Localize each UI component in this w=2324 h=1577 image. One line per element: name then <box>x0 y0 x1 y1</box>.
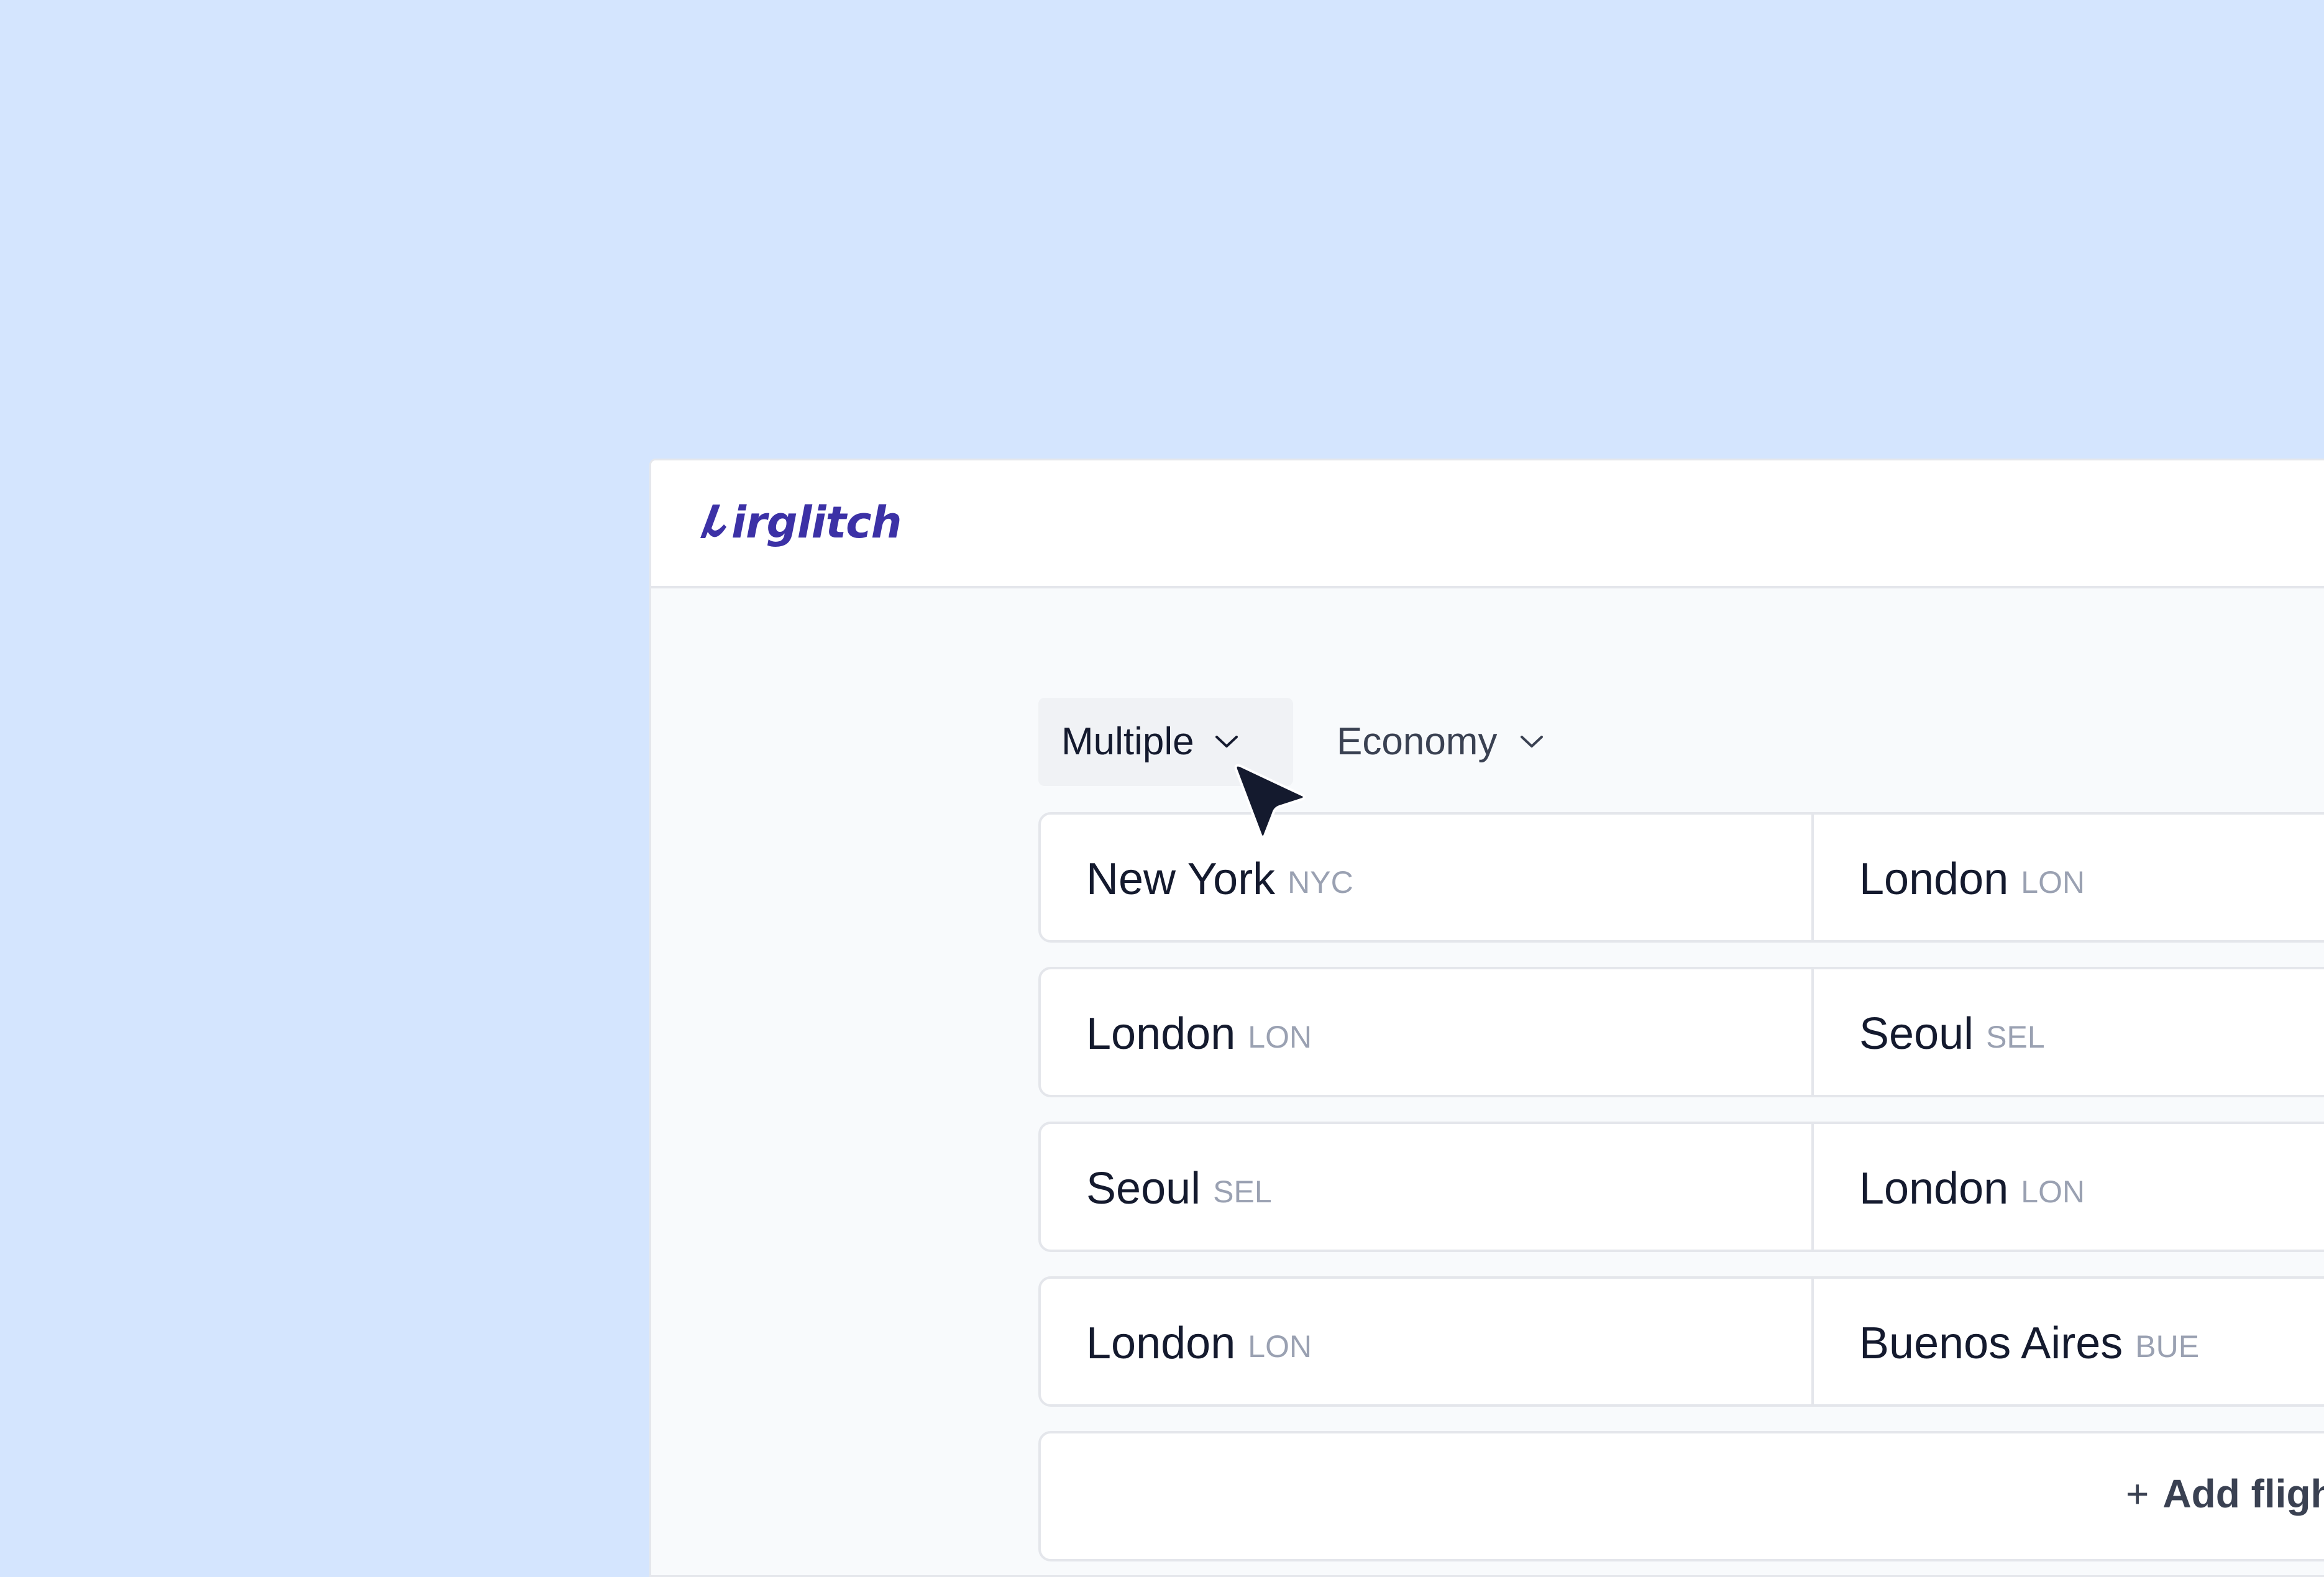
flight-row: London LON Buenos Aires BUE <box>1038 1276 2324 1407</box>
origin-city-name: New York <box>1086 854 1276 904</box>
origin-city-name: London <box>1086 1009 1236 1059</box>
destination-city-input[interactable]: Seoul SEL <box>1814 969 2324 1095</box>
destination-city-code: SEL <box>1986 1020 2045 1054</box>
flight-row: New York NYC London LON <box>1038 812 2324 943</box>
cabin-class-dropdown[interactable]: Economy <box>1337 698 1545 786</box>
search-options: Multiple Economy <box>1038 697 1545 787</box>
plus-icon: + <box>2126 1471 2149 1516</box>
add-flight-button[interactable]: + Add flight <box>1038 1431 2324 1561</box>
destination-city-name: Buenos Aires <box>1859 1319 2123 1368</box>
flight-row: London LON Seoul SEL <box>1038 967 2324 1097</box>
origin-city-code: LON <box>1248 1329 1312 1364</box>
chevron-down-icon <box>1518 733 1545 751</box>
destination-city-name: Seoul <box>1859 1009 1974 1059</box>
origin-city-code: LON <box>1248 1020 1312 1054</box>
flight-row: Seoul SEL London LON <box>1038 1122 2324 1252</box>
add-flight-label: Add flight <box>2162 1471 2324 1516</box>
destination-city-code: LON <box>2021 865 2085 900</box>
brand-logo[interactable]: irglitch <box>694 491 902 554</box>
app-header: irglitch <box>651 460 2324 588</box>
destination-city-input[interactable]: London LON <box>1814 1124 2324 1250</box>
destination-city-name: London <box>1859 1164 2009 1214</box>
chevron-down-icon <box>1213 733 1240 751</box>
airglitch-alpha-logo-icon <box>694 500 731 546</box>
trip-type-dropdown[interactable]: Multiple <box>1038 697 1293 786</box>
destination-city-code: BUE <box>2135 1329 2200 1364</box>
origin-city-code: NYC <box>1288 865 1353 900</box>
destination-city-input[interactable]: London LON <box>1814 815 2324 940</box>
flight-list: New York NYC London LON London LON Seoul… <box>1038 812 2324 1561</box>
origin-city-input[interactable]: New York NYC <box>1041 815 1814 940</box>
origin-city-code: SEL <box>1213 1174 1272 1209</box>
cabin-class-label: Economy <box>1337 720 1498 763</box>
origin-city-input[interactable]: London LON <box>1041 969 1814 1095</box>
destination-city-input[interactable]: Buenos Aires BUE <box>1814 1279 2324 1404</box>
origin-city-name: Seoul <box>1086 1164 1201 1214</box>
destination-city-code: LON <box>2021 1174 2085 1209</box>
destination-city-name: London <box>1859 854 2009 904</box>
brand-logo-text: irglitch <box>731 497 902 548</box>
add-flight-content: + Add flight <box>2126 1471 2324 1517</box>
trip-type-label: Multiple <box>1061 720 1194 763</box>
origin-city-input[interactable]: London LON <box>1041 1279 1814 1404</box>
app-window: irglitch Multiple Economy New York NYC L… <box>649 459 2324 1577</box>
origin-city-input[interactable]: Seoul SEL <box>1041 1124 1814 1250</box>
origin-city-name: London <box>1086 1319 1236 1368</box>
